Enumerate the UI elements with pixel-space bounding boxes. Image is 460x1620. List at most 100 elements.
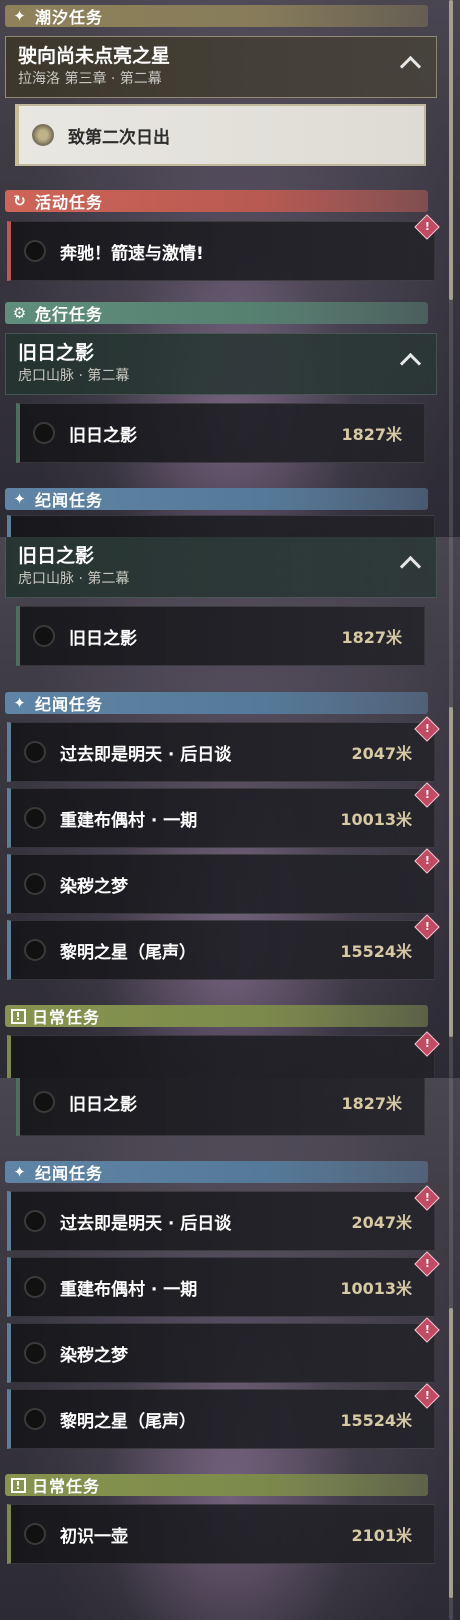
quest-ring-icon — [24, 741, 46, 763]
quest-ring-icon — [33, 422, 55, 444]
quest-name: 过去即是明天 · 后日谈 — [60, 744, 232, 765]
quest-panel-view-3: 旧日之影 1827米 ✦ 纪闻任务 过去即是明天 · 后日谈 2047米 ! 重… — [0, 1078, 460, 1620]
category-label: 日常任务 — [32, 1008, 101, 1027]
quest-name: 重建布偶村 · 一期 — [60, 1279, 198, 1300]
gear-icon: ⚙ — [12, 304, 28, 322]
category-daily-quests[interactable]: ! 日常任务 — [5, 1474, 428, 1496]
chapter-header-shadow[interactable]: 旧日之影 虎口山脉 · 第二幕 — [5, 537, 437, 598]
alert-mark: ! — [424, 1191, 430, 1205]
quest-item-chronicle[interactable]: 过去即是明天 · 后日谈 2047米 — [7, 722, 435, 782]
quest-ring-icon — [24, 1342, 46, 1364]
quest-item-chronicle[interactable]: 过去即是明天 · 后日谈 2047米 — [7, 1191, 435, 1251]
quest-distance: 1827米 — [341, 1094, 402, 1113]
quest-ring-icon — [24, 1523, 46, 1545]
quest-ring-icon — [33, 625, 55, 647]
chapter-title: 驶向尚未点亮之星 — [18, 45, 171, 67]
quest-name: 染秽之梦 — [60, 876, 128, 897]
notice-icon: ! — [11, 1008, 26, 1024]
quest-name: 黎明之星（尾声） — [60, 942, 196, 963]
quest-name: 重建布偶村 · 一期 — [60, 810, 198, 831]
alert-mark: ! — [424, 854, 430, 868]
quest-distance: 1827米 — [341, 425, 402, 444]
quest-name: 染秽之梦 — [60, 1345, 128, 1366]
quest-ring-icon — [24, 1210, 46, 1232]
quest-item-chronicle[interactable]: 染秽之梦 — [7, 854, 435, 914]
chapter-header-shadow[interactable]: 旧日之影 虎口山脉 · 第二幕 — [5, 333, 437, 395]
quest-ring-icon — [24, 240, 46, 262]
quest-item-chronicle[interactable]: 黎明之星（尾声） 15524米 — [7, 1389, 435, 1449]
quest-name: 黎明之星（尾声） — [60, 1411, 196, 1432]
scrollbar-thumb[interactable] — [449, 0, 453, 300]
alert-mark: ! — [424, 1323, 430, 1337]
quest-distance: 2101米 — [351, 1526, 412, 1545]
alert-mark: ! — [424, 722, 430, 736]
quest-item-chronicle[interactable]: 黎明之星（尾声） 15524米 — [7, 920, 435, 980]
category-label: 活动任务 — [35, 193, 104, 212]
category-event-quests[interactable]: ↻ 活动任务 — [5, 190, 428, 212]
alert-mark: ! — [424, 920, 430, 934]
category-chronicle-quests[interactable]: ✦ 纪闻任务 — [5, 488, 428, 510]
quest-distance: 1827米 — [341, 628, 402, 647]
quest-item-daily[interactable]: 初识一壶 2101米 — [7, 1504, 435, 1564]
quest-item-partial[interactable] — [7, 515, 435, 537]
quest-item-active[interactable]: 致第二次日出 — [15, 104, 426, 166]
chapter-subtitle: 虎口山脉 · 第二幕 — [18, 368, 130, 384]
category-daily-quests[interactable]: ! 日常任务 — [5, 1005, 428, 1027]
category-chronicle-quests[interactable]: ✦ 纪闻任务 — [5, 692, 428, 714]
quest-distance: 10013米 — [340, 1279, 412, 1298]
category-tidal-quests[interactable]: ✦ 潮汐任务 — [5, 5, 428, 27]
quest-name: 旧日之影 — [69, 425, 137, 446]
quest-ring-icon — [24, 807, 46, 829]
category-danger-quests[interactable]: ⚙ 危行任务 — [5, 302, 428, 324]
quest-distance: 2047米 — [351, 1213, 412, 1232]
chapter-title: 旧日之影 — [18, 545, 95, 567]
category-label: 危行任务 — [35, 305, 104, 324]
quest-name: 旧日之影 — [69, 628, 137, 649]
chapter-subtitle: 虎口山脉 · 第二幕 — [18, 571, 130, 587]
quest-item-shadow[interactable]: 旧日之影 1827米 — [16, 606, 425, 666]
quest-panel-view-2: 旧日之影 虎口山脉 · 第二幕 旧日之影 1827米 ✦ 纪闻任务 过去即是明天… — [0, 537, 460, 1078]
chapter-subtitle: 拉海洛 第三章 · 第二幕 — [18, 71, 162, 87]
quest-name: 初识一壶 — [60, 1526, 128, 1547]
notice-icon: ! — [11, 1477, 26, 1493]
quest-item-event[interactable]: 奔驰！箭速与激情! — [7, 221, 435, 281]
quest-distance: 10013米 — [340, 810, 412, 829]
category-label: 纪闻任务 — [35, 1164, 104, 1183]
quest-item-chronicle[interactable]: 染秽之梦 — [7, 1323, 435, 1383]
category-label: 纪闻任务 — [35, 695, 104, 714]
quest-name: 奔驰！箭速与激情! — [60, 243, 204, 264]
chapter-header-star[interactable]: 驶向尚未点亮之星 拉海洛 第三章 · 第二幕 — [5, 36, 437, 98]
quest-distance: 15524米 — [340, 942, 412, 961]
quest-item-chronicle[interactable]: 重建布偶村 · 一期 10013米 — [7, 1257, 435, 1317]
sparkle-icon: ✦ — [13, 694, 27, 712]
quest-item-shadow[interactable]: 旧日之影 1827米 — [16, 403, 425, 463]
quest-item-partial[interactable] — [7, 1035, 435, 1078]
tracked-quest-icon — [32, 124, 54, 146]
scrollbar-thumb[interactable] — [449, 1308, 453, 1598]
quest-name: 旧日之影 — [69, 1094, 137, 1115]
quest-item-shadow[interactable]: 旧日之影 1827米 — [16, 1078, 425, 1136]
category-chronicle-quests[interactable]: ✦ 纪闻任务 — [5, 1161, 428, 1183]
category-label: 日常任务 — [32, 1477, 101, 1496]
alert-mark: ! — [424, 220, 430, 234]
quest-ring-icon — [33, 1091, 55, 1113]
quest-panel-view-1: ✦ 潮汐任务 驶向尚未点亮之星 拉海洛 第三章 · 第二幕 致第二次日出 ↻ 活… — [0, 0, 460, 537]
quest-item-chronicle[interactable]: 重建布偶村 · 一期 10013米 — [7, 788, 435, 848]
sparkle-icon: ✦ — [13, 1163, 27, 1181]
refresh-icon: ↻ — [13, 192, 27, 210]
scrollbar-thumb[interactable] — [449, 707, 453, 1037]
quest-ring-icon — [24, 939, 46, 961]
sparkle-icon: ✦ — [13, 7, 27, 25]
alert-mark: ! — [424, 1257, 430, 1271]
alert-mark: ! — [424, 1037, 430, 1051]
chapter-title: 旧日之影 — [18, 342, 95, 364]
quest-name: 过去即是明天 · 后日谈 — [60, 1213, 232, 1234]
quest-ring-icon — [24, 1276, 46, 1298]
quest-distance: 2047米 — [351, 744, 412, 763]
quest-ring-icon — [24, 1408, 46, 1430]
quest-name: 致第二次日出 — [68, 127, 170, 148]
category-label: 纪闻任务 — [35, 491, 104, 510]
alert-mark: ! — [424, 1389, 430, 1403]
quest-ring-icon — [24, 873, 46, 895]
alert-mark: ! — [424, 788, 430, 802]
